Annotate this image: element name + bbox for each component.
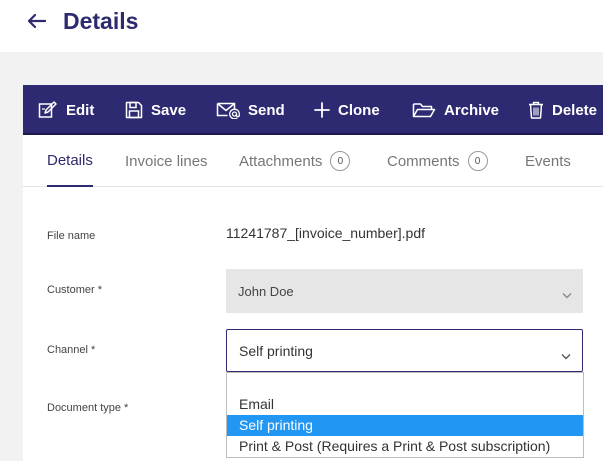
customer-label: Customer * — [47, 284, 103, 296]
chevron-down-icon — [561, 347, 571, 363]
channel-value: Self printing — [239, 342, 313, 359]
file-name-label: File name — [47, 230, 96, 242]
tab-invoice-lines-label: Invoice lines — [125, 152, 208, 170]
chevron-down-icon — [562, 287, 572, 302]
clone-button[interactable]: Clone — [314, 85, 380, 135]
tab-details-label: Details — [47, 151, 93, 169]
send-email-icon — [216, 101, 240, 119]
file-name-value: 11241787_[invoice_number].pdf — [226, 225, 426, 241]
tab-invoice-lines[interactable]: Invoice lines — [125, 135, 208, 187]
channel-option-email[interactable]: Email — [227, 394, 583, 415]
delete-button[interactable]: Delete — [528, 85, 597, 135]
tab-events[interactable]: Events — [525, 135, 571, 187]
delete-label: Delete — [552, 101, 598, 119]
archive-button[interactable]: Archive — [412, 85, 499, 135]
save-button[interactable]: Save — [125, 85, 186, 135]
tab-attachments-label: Attachments — [239, 152, 323, 170]
tab-attachments[interactable]: Attachments 0 — [239, 135, 351, 187]
channel-option-print-post[interactable]: Print & Post (Requires a Print & Post su… — [227, 436, 583, 457]
back-arrow-icon[interactable] — [24, 9, 48, 33]
details-panel: Edit Save Send Clone Archive Delete Deta… — [23, 85, 603, 461]
edit-icon — [38, 101, 58, 119]
channel-select[interactable]: Self printing — [226, 329, 583, 372]
tab-bar: Details Invoice lines Attachments 0 Comm… — [23, 135, 603, 187]
page-title: Details — [63, 8, 139, 34]
trash-icon — [528, 101, 544, 119]
send-label: Send — [248, 101, 285, 119]
clone-label: Clone — [338, 101, 380, 119]
channel-option-self-printing[interactable]: Self printing — [227, 415, 583, 436]
action-toolbar: Edit Save Send Clone Archive Delete — [23, 85, 603, 135]
plus-icon — [314, 102, 330, 118]
tab-comments-label: Comments — [387, 152, 460, 170]
channel-label: Channel * — [47, 344, 96, 356]
archive-label: Archive — [444, 101, 500, 119]
tab-details[interactable]: Details — [47, 135, 93, 187]
page-header: Details — [0, 0, 603, 52]
attachments-count-badge: 0 — [330, 151, 351, 171]
customer-select[interactable]: John Doe — [226, 269, 583, 313]
save-label: Save — [151, 101, 187, 119]
channel-dropdown: Email Self printing Print & Post (Requir… — [226, 372, 584, 458]
tab-comments[interactable]: Comments 0 — [387, 135, 488, 187]
save-icon — [125, 101, 143, 119]
comments-count-badge: 0 — [467, 151, 488, 171]
edit-label: Edit — [66, 101, 95, 119]
edit-button[interactable]: Edit — [38, 85, 94, 135]
tab-events-label: Events — [525, 152, 571, 170]
send-button[interactable]: Send — [216, 85, 285, 135]
customer-value: John Doe — [238, 283, 294, 299]
folder-icon — [412, 101, 436, 119]
document-type-label: Document type * — [47, 402, 129, 414]
